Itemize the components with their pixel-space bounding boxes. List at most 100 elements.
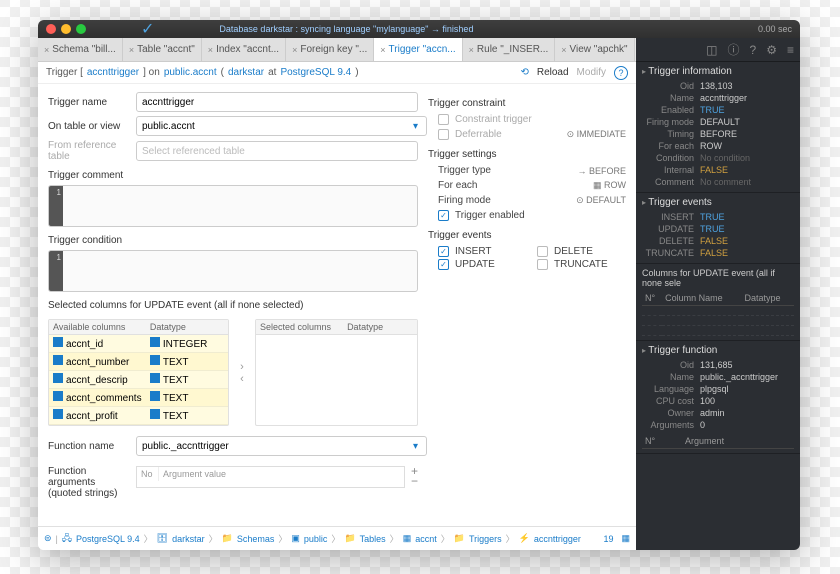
inspector-left-icon[interactable]: ◫ [706, 43, 717, 57]
footer-server[interactable]: PostgreSQL 9.4 [76, 534, 140, 544]
ref-table-input[interactable] [136, 141, 418, 161]
side-events-title[interactable]: Trigger events [642, 197, 794, 208]
inspector-label: DELETE [642, 236, 700, 246]
column-row[interactable]: accnt_profitTEXT [49, 407, 228, 425]
close-icon[interactable]: × [44, 45, 49, 55]
col-header: Available columns [49, 320, 146, 334]
tab-index[interactable]: ×Index "accnt... [202, 38, 286, 61]
for-each-label: For each [438, 180, 477, 191]
tab-view[interactable]: ×View "apchk" [555, 38, 634, 61]
inspector-value: BEFORE [700, 129, 737, 139]
dropdown-icon[interactable]: ▾ [413, 441, 418, 452]
trigger-comment-input[interactable]: 1 [48, 185, 418, 227]
move-right-icon[interactable]: › [240, 361, 244, 373]
inspector-value: plpgsql [700, 384, 729, 394]
line-gutter: 1 [49, 186, 63, 226]
inspector-row: Nameaccnttrigger [642, 92, 794, 104]
tab-label: Index "accnt... [216, 44, 279, 55]
datatype-icon [150, 373, 160, 383]
trigger-condition-input[interactable]: 1 [48, 250, 418, 292]
function-name-input[interactable] [136, 436, 427, 456]
crumb-db[interactable]: darkstar [228, 67, 264, 78]
footer-db[interactable]: darkstar [172, 534, 205, 544]
tab-label: Trigger "accn... [389, 44, 456, 55]
side-info-title[interactable]: Trigger information [642, 66, 794, 77]
modify-button[interactable]: Modify [577, 67, 606, 78]
crumb-server[interactable]: PostgreSQL 9.4 [280, 67, 351, 78]
inspector-menu-icon[interactable]: ≡ [787, 43, 794, 57]
status-elapsed: 0.00 sec [758, 24, 792, 34]
inspector-value: 138,103 [700, 81, 733, 91]
footer-table[interactable]: accnt [415, 534, 437, 544]
footer-trigger[interactable]: accnttrigger [534, 534, 581, 544]
inspector-info-icon[interactable]: ⓘ [728, 41, 740, 58]
home-icon[interactable]: ⊜ [44, 533, 52, 544]
trigger-type-value[interactable]: → BEFORE [577, 166, 626, 176]
constraint-trigger-checkbox[interactable] [438, 114, 449, 125]
firing-mode-label: Firing mode [438, 195, 491, 206]
tab-table[interactable]: ×Table "accnt" [123, 38, 202, 61]
column-row[interactable]: accnt_commentsTEXT [49, 389, 228, 407]
crumb-close: ) [355, 67, 358, 78]
tab-label: Foreign key "... [300, 44, 367, 55]
inspector-value: TRUE [700, 224, 725, 234]
firing-mode-value[interactable]: ⊙ DEFAULT [576, 195, 626, 206]
tab-fk[interactable]: ×Foreign key "... [286, 38, 374, 61]
trigger-enabled-checkbox[interactable]: ✓ [438, 210, 449, 221]
column-row[interactable]: accnt_descripTEXT [49, 371, 228, 389]
inspector-row: For eachROW [642, 140, 794, 152]
reload-button[interactable]: Reload [537, 67, 569, 78]
folder-icon: 📁 [222, 533, 233, 544]
tab-trigger[interactable]: × Trigger "accn... [374, 38, 462, 61]
tab-rule[interactable]: ×Rule "_INSER... [463, 38, 556, 61]
editor-tabs: ×Schema "bill... ×Table "accnt" ×Index "… [38, 38, 636, 62]
inspector-value: accnttrigger [700, 93, 747, 103]
deferrable-label: Deferrable [455, 129, 502, 140]
on-table-input[interactable] [136, 116, 427, 136]
footer-triggers[interactable]: Triggers [469, 534, 502, 544]
truncate-event-checkbox[interactable] [537, 259, 548, 270]
side-fn-title[interactable]: Trigger function [642, 345, 794, 356]
inspector-row: TRUNCATEFALSE [642, 247, 794, 259]
zoom-window-button[interactable] [76, 24, 86, 34]
server-icon: 🖧 [62, 531, 72, 547]
column-row[interactable]: accnt_idINTEGER [49, 335, 228, 353]
crumb-table[interactable]: public.accnt [164, 67, 217, 78]
trigger-icon: ⚡ [519, 533, 530, 544]
close-window-button[interactable] [46, 24, 56, 34]
footer-schemas[interactable]: Schemas [237, 534, 275, 544]
function-args-table[interactable]: No Argument value [136, 466, 405, 488]
footer-public[interactable]: public [304, 534, 328, 544]
dropdown-icon[interactable]: ▾ [413, 121, 418, 132]
close-icon[interactable]: × [208, 45, 213, 55]
minimize-window-button[interactable] [61, 24, 71, 34]
close-icon[interactable]: × [292, 45, 297, 55]
help-icon[interactable]: ? [614, 66, 628, 80]
delete-event-checkbox[interactable] [537, 246, 548, 257]
footer-tables[interactable]: Tables [360, 534, 386, 544]
insert-event-checkbox[interactable]: ✓ [438, 246, 449, 257]
close-icon[interactable]: × [129, 45, 134, 55]
column-row[interactable]: accnt_numberTEXT [49, 353, 228, 371]
inspector-help-icon[interactable]: ? [750, 43, 757, 57]
constraint-section-title: Trigger constraint [428, 98, 626, 109]
crumb-open: ( [221, 67, 224, 78]
titlebar: ✓ Database darkstar : syncing language "… [38, 20, 800, 38]
grid-icon[interactable]: ▦ [621, 533, 630, 544]
crumb-trigger-name[interactable]: accnttrigger [87, 67, 139, 78]
inspector-gear-icon[interactable]: ⚙ [766, 43, 777, 57]
th-no: N° [642, 434, 682, 449]
remove-arg-button[interactable]: − [411, 476, 418, 486]
close-icon[interactable]: × [469, 45, 474, 55]
tab-schema[interactable]: ×Schema "bill... [38, 38, 123, 61]
close-icon[interactable]: × [561, 45, 566, 55]
deferrable-checkbox[interactable] [438, 129, 449, 140]
inspector-value: No comment [700, 177, 751, 187]
reload-icon[interactable]: ⟲ [520, 67, 528, 78]
for-each-value[interactable]: ▦ ROW [593, 180, 626, 191]
trigger-name-input[interactable] [136, 92, 418, 112]
update-event-checkbox[interactable]: ✓ [438, 259, 449, 270]
close-icon[interactable]: × [380, 45, 385, 55]
inspector-row: INSERTTRUE [642, 211, 794, 223]
move-left-icon[interactable]: ‹ [240, 373, 244, 385]
